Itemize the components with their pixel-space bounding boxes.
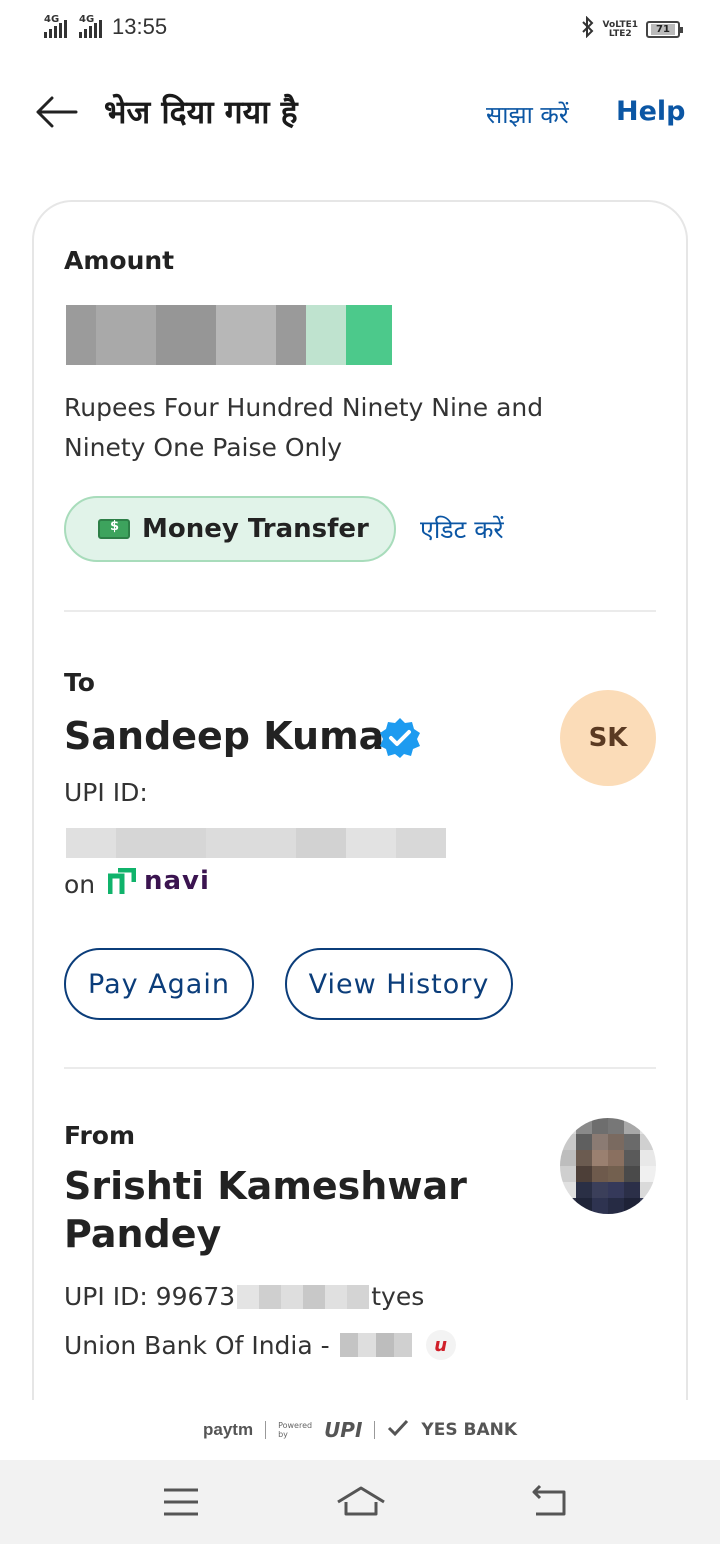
app-header: भेज दिया गया है साझा करें Help xyxy=(0,72,720,156)
verified-badge-icon xyxy=(378,716,422,760)
payer-avatar xyxy=(560,1118,656,1214)
menu-icon[interactable] xyxy=(158,1482,208,1522)
payee-upi-label: UPI ID: xyxy=(64,778,148,807)
amount-value-redacted xyxy=(66,305,392,365)
app-name: navi xyxy=(144,866,210,896)
system-navigation-bar xyxy=(0,1460,720,1544)
pay-again-button[interactable]: Pay Again xyxy=(64,948,254,1020)
status-bar: 4G 4G 13:55 VoLTE1 LTE2 71 xyxy=(0,0,720,58)
home-icon[interactable] xyxy=(334,1482,385,1522)
yes-bank-logo: YES BANK xyxy=(421,1420,518,1440)
payer-bank: Union Bank Of India - u xyxy=(64,1330,456,1360)
separator xyxy=(374,1421,376,1439)
view-history-button[interactable]: View History xyxy=(285,948,513,1020)
amount-label: Amount xyxy=(64,246,175,275)
payer-name: Srishti Kameshwar Pandey xyxy=(64,1164,467,1256)
on-label: on xyxy=(64,870,96,899)
union-bank-logo-icon: u xyxy=(425,1330,456,1360)
divider xyxy=(64,610,656,612)
divider xyxy=(64,1067,656,1069)
payer-upi-redacted xyxy=(237,1284,370,1309)
signal-icon: 4G xyxy=(79,14,102,38)
back-arrow-icon[interactable] xyxy=(34,92,78,132)
signal-icon: 4G xyxy=(44,14,67,38)
navi-logo-icon xyxy=(107,867,137,894)
category-chip[interactable]: Money Transfer xyxy=(64,496,396,562)
page-title: भेज दिया गया है xyxy=(104,93,298,131)
bluetooth-icon xyxy=(581,15,595,43)
category-label: Money Transfer xyxy=(142,514,369,544)
edit-category-button[interactable]: एडिट करें xyxy=(420,512,504,546)
upi-logo: UPI xyxy=(324,1418,363,1442)
account-number-redacted xyxy=(339,1333,412,1357)
payee-avatar: SK xyxy=(560,690,656,786)
from-label: From xyxy=(64,1121,136,1150)
amount-in-words: Rupees Four Hundred Ninety Nine and Nine… xyxy=(64,393,544,462)
powered-by-label: Powered by xyxy=(278,1421,313,1439)
to-label: To xyxy=(64,668,95,697)
money-icon xyxy=(98,519,130,539)
payer-upi-id: UPI ID: 99673 tyes xyxy=(64,1282,425,1311)
navi-logo: navi xyxy=(107,866,210,896)
payee-upi-redacted xyxy=(66,828,446,858)
payment-footer: paytm Powered by UPI YES BANK xyxy=(0,1400,720,1460)
help-button[interactable]: Help xyxy=(616,96,686,127)
back-icon[interactable] xyxy=(526,1482,576,1522)
clock: 13:55 xyxy=(112,14,168,39)
share-button[interactable]: साझा करें xyxy=(486,98,569,131)
volte-indicator: VoLTE1 LTE2 xyxy=(602,19,638,39)
payee-name: Sandeep Kumar xyxy=(64,714,404,758)
separator xyxy=(265,1421,267,1439)
paytm-logo: paytm xyxy=(202,1420,254,1439)
checkmark-icon xyxy=(387,1419,409,1441)
battery-icon: 71 xyxy=(646,21,683,38)
